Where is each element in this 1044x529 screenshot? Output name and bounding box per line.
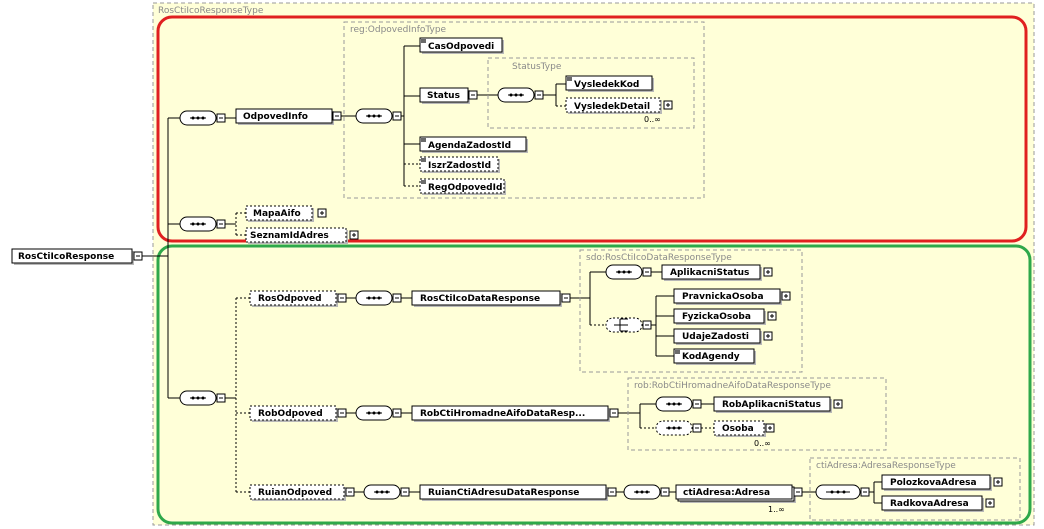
svg-text:OdpovedInfo: OdpovedInfo xyxy=(243,112,308,122)
odpoved-info-type-label: reg:OdpovedInfoType xyxy=(350,25,447,35)
element-mapa-aifo[interactable]: MapaAifo xyxy=(245,205,327,222)
element-pravnicka-osoba[interactable]: PravnickaOsoba xyxy=(673,288,791,305)
svg-text:RosCtiIcoResponse: RosCtiIcoResponse xyxy=(18,252,114,262)
svg-text:RegOdpovedId: RegOdpovedId xyxy=(428,183,502,193)
svg-text:PravnickaOsoba: PravnickaOsoba xyxy=(682,292,764,302)
element-vysledek-kod[interactable]: VysledekKod xyxy=(565,75,654,92)
hromadne-type-label: rob:RobCtiHromadneAifoDataResponseType xyxy=(634,381,831,391)
svg-text:PolozkovaAdresa: PolozkovaAdresa xyxy=(890,478,977,488)
occurrence-cti-adresa: 1..∞ xyxy=(768,505,785,514)
svg-text:MapaAifo: MapaAifo xyxy=(253,209,301,219)
svg-text:AplikacniStatus: AplikacniStatus xyxy=(670,268,749,278)
svg-text:FyzickaOsoba: FyzickaOsoba xyxy=(682,312,751,322)
element-ros-odpoved[interactable]: RosOdpoved xyxy=(249,290,347,307)
element-cas-odpovedi[interactable]: CasOdpovedi xyxy=(419,37,504,54)
element-agenda-zadost-id[interactable]: AgendaZadostId xyxy=(419,136,528,153)
svg-text:RobCtiHromadneAifoDataResp...: RobCtiHromadneAifoDataResp... xyxy=(420,409,585,419)
svg-text:RosOdpoved: RosOdpoved xyxy=(258,294,322,304)
svg-text:Status: Status xyxy=(427,91,460,101)
element-polozkova-adresa[interactable]: PolozkovaAdresa xyxy=(881,474,1003,491)
element-status[interactable]: Status xyxy=(419,87,478,104)
element-aplikacni-status[interactable]: AplikacniStatus xyxy=(661,264,773,281)
root-type-label: RosCtiIcoResponseType xyxy=(158,6,264,16)
schema-diagram: RosCtiIcoResponseType RosCtiIcoResponse … xyxy=(11,2,1035,526)
svg-text:RosCtiIcoDataResponse: RosCtiIcoDataResponse xyxy=(420,294,540,304)
svg-text:UdajeZadosti: UdajeZadosti xyxy=(682,332,749,342)
element-rob-odpoved[interactable]: RobOdpoved xyxy=(249,405,347,422)
data-response-type-label: sdo:RosCtiIcoDataResponseType xyxy=(586,253,732,263)
element-reg-odpoved-id[interactable]: RegOdpovedId xyxy=(419,178,506,195)
element-ruian-cti-adresu-data-response[interactable]: RuianCtiAdresuDataResponse xyxy=(419,484,617,501)
element-radkova-adresa[interactable]: RadkovaAdresa xyxy=(881,495,995,512)
element-iszr-zadost-id[interactable]: IszrZadostId xyxy=(419,156,500,173)
element-rob-aplikacni-status[interactable]: RobAplikacniStatus xyxy=(713,396,843,413)
status-type-label: StatusType xyxy=(512,62,562,72)
element-seznam-id-adres[interactable]: SeznamIdAdres xyxy=(245,227,359,244)
svg-text:AgendaZadostId: AgendaZadostId xyxy=(428,141,511,151)
svg-text:RobAplikacniStatus: RobAplikacniStatus xyxy=(722,400,821,410)
element-ros-cti-ico-data-response[interactable]: RosCtiIcoDataResponse xyxy=(411,290,571,307)
svg-text:VysledekDetail: VysledekDetail xyxy=(574,102,650,112)
occurrence-vysledek-detail: 0..∞ xyxy=(644,115,661,124)
svg-text:IszrZadostId: IszrZadostId xyxy=(428,161,491,171)
occurrence-osoba: 0..∞ xyxy=(754,439,771,448)
element-kod-agendy[interactable]: KodAgendy xyxy=(673,348,756,365)
svg-text:RadkovaAdresa: RadkovaAdresa xyxy=(890,499,969,509)
svg-text:ctiAdresa:Adresa: ctiAdresa:Adresa xyxy=(683,488,770,498)
svg-text:SeznamIdAdres: SeznamIdAdres xyxy=(250,231,329,241)
element-ruian-odpoved[interactable]: RuianOdpoved xyxy=(249,484,355,501)
svg-text:KodAgendy: KodAgendy xyxy=(682,352,740,362)
svg-text:Osoba: Osoba xyxy=(722,424,754,434)
element-osoba[interactable]: Osoba xyxy=(713,420,775,437)
element-rob-cti-hromadne-aifo-data-response[interactable]: RobCtiHromadneAifoDataResp... xyxy=(411,405,619,422)
element-fyzicka-osoba[interactable]: FyzickaOsoba xyxy=(673,308,777,325)
element-udaje-zadosti[interactable]: UdajeZadosti xyxy=(673,328,773,345)
element-odpoved-info[interactable]: OdpovedInfo xyxy=(235,108,342,125)
adresa-type-label: ctiAdresa:AdresaResponseType xyxy=(816,461,956,471)
element-vysledek-detail[interactable]: VysledekDetail xyxy=(565,97,673,114)
svg-text:VysledekKod: VysledekKod xyxy=(574,80,639,90)
root-element[interactable]: RosCtiIcoResponse xyxy=(11,248,143,265)
svg-text:RuianCtiAdresuDataResponse: RuianCtiAdresuDataResponse xyxy=(428,488,579,498)
element-cti-adresa-adresa[interactable]: ctiAdresa:Adresa xyxy=(675,484,803,503)
svg-text:RuianOdpoved: RuianOdpoved xyxy=(258,488,332,498)
svg-text:RobOdpoved: RobOdpoved xyxy=(258,409,323,419)
svg-text:CasOdpovedi: CasOdpovedi xyxy=(428,42,494,52)
